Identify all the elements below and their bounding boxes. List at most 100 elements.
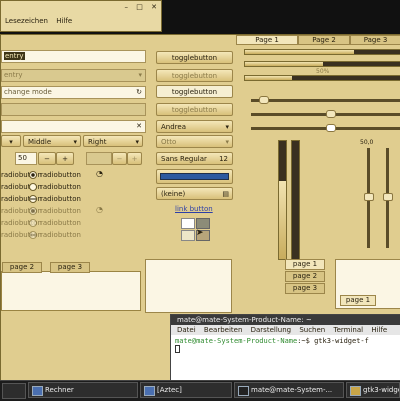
entry-clear[interactable]: ✕ — [1, 120, 146, 133]
refresh-icon[interactable]: ↻ — [136, 87, 142, 98]
v-slider-label: 50,0 — [360, 139, 374, 146]
browser-window: Lesezeichen Hilfe – □ ✕ — [0, 0, 162, 32]
terminal-content[interactable]: mate@mate-System-Product-Name:~$ gtk3-wi… — [171, 335, 400, 381]
spin-entry[interactable]: 50 — [15, 152, 37, 165]
progress-fill-1 — [245, 50, 354, 54]
v-progress-1 — [278, 140, 287, 260]
entry-disabled: entry ▾ — [1, 69, 146, 82]
radiobutton-10: radiobutton — [29, 206, 81, 216]
radio-unchecked-disabled-icon — [29, 219, 37, 227]
folder-icon: ▤ — [222, 190, 229, 198]
maximize-icon[interactable]: □ — [136, 3, 143, 11]
radiobutton-12: radiobutton — [29, 230, 81, 240]
taskbar-button-aztec[interactable]: [Aztec] — [140, 382, 232, 398]
tab-page-1[interactable]: Page 1 — [236, 35, 298, 45]
taskbar-button-terminal[interactable]: mate@mate-System-... — [234, 382, 344, 398]
terminal-menu-view[interactable]: Darstellung — [251, 326, 291, 334]
tab-h-page-1[interactable]: page 1 — [340, 295, 376, 306]
radiobutton-7[interactable]: radiobutton — [29, 170, 81, 180]
v-slider-2-knob[interactable] — [383, 193, 393, 201]
window-icon — [144, 386, 155, 396]
progress-fill-3 — [245, 76, 292, 80]
browser-menubar: Lesezeichen Hilfe — [5, 17, 78, 25]
tab-page-3[interactable]: Page 3 — [350, 35, 400, 45]
terminal-menu-search[interactable]: Suchen — [299, 326, 325, 334]
togglebutton-2: togglebutton — [156, 69, 233, 82]
radio-inconsistent-icon — [29, 195, 37, 203]
top-notebook-tabs: Page 1 Page 2 Page 3 — [236, 35, 400, 45]
terminal-menubar: Datei Bearbeiten Darstellung Suchen Term… — [171, 325, 400, 335]
tab-v-page-3[interactable]: page 3 — [285, 283, 325, 294]
calculator-icon — [32, 386, 43, 396]
tab-v-page-1[interactable]: page 1 — [285, 259, 325, 270]
progress-bar-1 — [244, 49, 400, 55]
align-left-button[interactable]: ▾ — [1, 135, 21, 147]
radiobutton-8[interactable]: radiobutton — [29, 182, 81, 192]
spin-entry-disabled — [86, 152, 112, 165]
gtk-icon — [350, 386, 361, 396]
middle-lower-panel — [145, 259, 232, 313]
v-slider-1-knob[interactable] — [364, 193, 374, 201]
h-slider-3-knob[interactable] — [326, 124, 336, 132]
entry-field[interactable]: entry — [1, 50, 146, 63]
progress-bar-2 — [244, 61, 400, 67]
tab-page-2-lower[interactable]: page 2 — [2, 262, 42, 273]
terminal-menu-edit[interactable]: Bearbeiten — [204, 326, 242, 334]
terminal-cursor — [175, 345, 180, 353]
terminal-menu-terminal[interactable]: Terminal — [333, 326, 363, 334]
spin-plus-button[interactable]: + — [56, 152, 74, 165]
align-right-button[interactable]: Right ▾ — [83, 135, 143, 147]
radiobutton-11: radiobutton — [29, 218, 81, 228]
prompt-path: :~$ — [297, 337, 315, 345]
combo-otto: Otto ▾ — [156, 135, 233, 148]
menu-help[interactable]: Hilfe — [56, 17, 72, 25]
tab-page-3-lower[interactable]: page 3 — [50, 262, 90, 273]
color-button[interactable] — [156, 169, 233, 184]
clear-icon[interactable]: ✕ — [136, 121, 142, 132]
progress-fill-2 — [245, 62, 323, 66]
h-slider-1-track[interactable] — [251, 99, 400, 102]
spin-minus-button[interactable]: − — [38, 152, 56, 165]
prompt-user: mate@mate-System-Product-Name — [175, 337, 298, 345]
radio-checked-disabled-icon — [29, 207, 37, 215]
spin-minus-disabled: − — [112, 152, 127, 165]
h-slider-2-knob[interactable] — [326, 110, 336, 118]
right-vnotebook: page 1 page 2 page 3 — [233, 259, 333, 299]
terminal-icon — [238, 386, 249, 396]
show-desktop-icon[interactable] — [2, 383, 26, 399]
spinner-disabled-icon: ◔ — [96, 205, 103, 214]
mouse-cursor-icon: ➤ — [196, 228, 204, 238]
terminal-titlebar: mate@mate-System-Product-Name: ~ — [171, 315, 400, 325]
minimize-icon[interactable]: – — [125, 3, 129, 11]
radio-unchecked-icon — [29, 183, 37, 191]
color-swatch — [160, 173, 229, 180]
link-button[interactable]: link button — [175, 205, 213, 213]
tab-v-page-2[interactable]: page 2 — [285, 271, 325, 282]
togglebutton-4: togglebutton — [156, 103, 233, 116]
radiobutton-9[interactable]: radiobutton — [29, 194, 81, 204]
file-chooser-button[interactable]: (keine) ▤ — [156, 187, 233, 200]
lower-notebook: page 2 page 3 — [1, 262, 141, 311]
align-middle-button[interactable]: Middle ▾ — [23, 135, 81, 147]
terminal-command: gtk3-widget-f — [314, 337, 369, 345]
spin-plus-disabled: + — [127, 152, 142, 165]
font-button[interactable]: Sans Regular 12 — [156, 152, 233, 165]
v-progress-2 — [291, 140, 300, 260]
radio-inconsistent-disabled-icon — [29, 231, 37, 239]
icon-entry[interactable]: change mode ↻ — [1, 86, 146, 99]
taskbar-button-calculator[interactable]: Rechner — [28, 382, 138, 398]
h-slider-1-knob[interactable] — [259, 96, 269, 104]
togglebutton-3[interactable]: togglebutton — [156, 85, 233, 98]
close-icon[interactable]: ✕ — [151, 3, 157, 11]
window-controls: – □ ✕ — [125, 3, 157, 11]
terminal-window: mate@mate-System-Product-Name: ~ Datei B… — [170, 314, 400, 382]
spinner-icon: ◔ — [96, 169, 103, 178]
togglebutton-1[interactable]: togglebutton — [156, 51, 233, 64]
right-hnotebook: page 1 — [335, 259, 400, 309]
terminal-menu-help[interactable]: Hilfe — [371, 326, 387, 334]
taskbar-button-gtk3[interactable]: gtk3-widge... — [346, 382, 400, 398]
terminal-menu-file[interactable]: Datei — [177, 326, 196, 334]
tab-page-2[interactable]: Page 2 — [298, 35, 350, 45]
combo-andrea[interactable]: Andrea ▾ — [156, 120, 233, 133]
menu-bookmarks[interactable]: Lesezeichen — [5, 17, 48, 25]
